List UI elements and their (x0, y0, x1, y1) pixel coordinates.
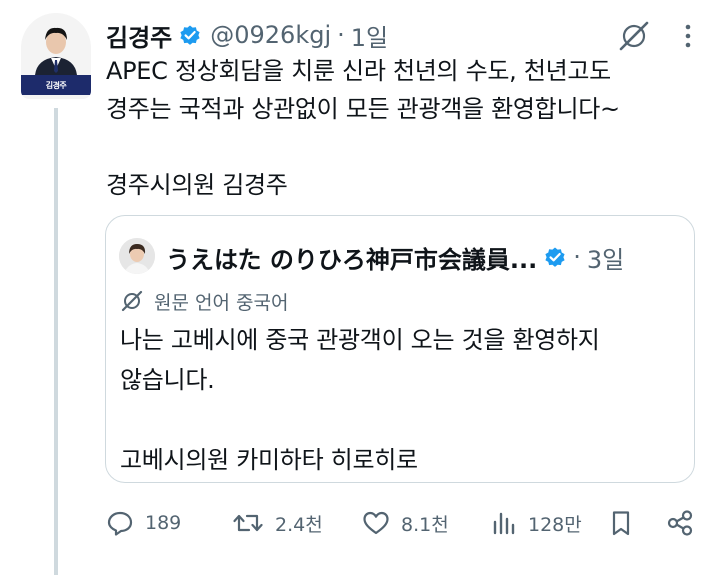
author-name[interactable]: 김경주 (106, 18, 172, 53)
quote-signature: 고베시의원 카미하타 히로히로 (120, 446, 418, 474)
quote-verified-badge-icon[interactable] (543, 245, 567, 269)
post-text: APEC 정상회담을 치룬 신라 천년의 수도, 천년고도 경주는 국적과 상관… (106, 57, 620, 123)
quote-separator-dot: · (573, 243, 581, 271)
more-icon[interactable] (673, 21, 703, 51)
quote-text: 나는 고베시에 중국 관광객이 오는 것을 환영하지 않습니다. (120, 326, 600, 394)
quote-time[interactable]: 3일 (587, 240, 624, 275)
avatar[interactable]: 김경주 (21, 13, 91, 99)
reply-button[interactable]: 189 (105, 505, 181, 541)
avatar-caption: 김경주 (21, 75, 91, 95)
post-time[interactable]: 1일 (351, 18, 388, 53)
quote-avatar[interactable] (119, 238, 155, 274)
repost-count: 2.4천 (275, 513, 323, 536)
reply-count: 189 (145, 512, 182, 534)
like-icon (361, 508, 391, 538)
reply-icon (105, 508, 135, 538)
like-button[interactable]: 8.1천 (361, 505, 449, 541)
quote-header: うえはた のりひろ神戸市会議員... · 3일 (166, 239, 624, 275)
views-count: 128만 (528, 513, 582, 536)
translate-icon (120, 289, 144, 313)
quote-author-name[interactable]: うえはた のりひろ神戸市会議員... (166, 240, 537, 275)
bookmark-icon (606, 508, 636, 538)
bookmark-button[interactable] (606, 505, 636, 541)
share-button[interactable] (664, 505, 696, 541)
quote-avatar-photo (119, 238, 155, 274)
translate-label[interactable]: 원문 언어 중국어 (154, 288, 288, 315)
quote-body: 나는 고베시에 중국 관광객이 오는 것을 환영하지 않습니다. 고베시의원 카… (120, 320, 680, 480)
like-count: 8.1천 (401, 513, 449, 536)
views-button[interactable]: 128만 (490, 505, 582, 541)
post-signature: 경주시의원 김경주 (106, 171, 288, 199)
repost-icon (231, 508, 265, 538)
post-body: APEC 정상회담을 치룬 신라 천년의 수도, 천년고도 경주는 국적과 상관… (106, 52, 706, 204)
action-bar: 189 2.4천 8.1천 128만 (105, 505, 705, 541)
share-icon (664, 508, 696, 538)
grok-icon[interactable] (617, 19, 651, 53)
author-handle[interactable]: @0926kgj (210, 21, 331, 49)
verified-badge-icon[interactable] (178, 23, 202, 47)
post-header: 김경주 @0926kgj · 1일 (106, 18, 388, 52)
separator-dot: · (337, 21, 345, 49)
repost-button[interactable]: 2.4천 (231, 505, 323, 541)
translate-row[interactable]: 원문 언어 중국어 (120, 288, 288, 314)
quoted-post[interactable]: うえはた のりひろ神戸市会議員... · 3일 원문 언어 중국어 나는 고베시… (105, 215, 695, 483)
thread-line (54, 108, 58, 575)
views-icon (490, 508, 518, 538)
